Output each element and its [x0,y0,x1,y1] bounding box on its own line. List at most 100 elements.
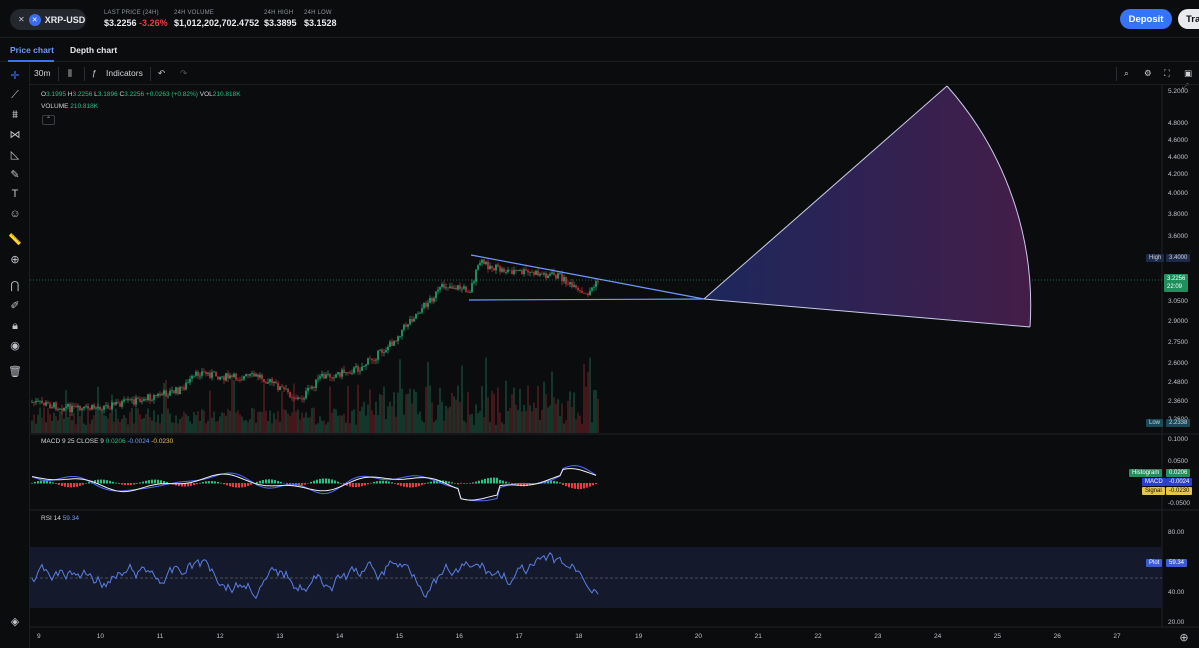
candle-body [343,369,345,374]
price-axis-tick: 3.0500 [1168,298,1188,305]
candle-body [389,341,391,347]
candle-body [535,270,537,275]
volume-bar [157,414,159,433]
macd-hist-bar [226,483,228,486]
macd-tag-label: MACD [1142,478,1166,486]
volume-bar [443,420,445,433]
candle-body [139,398,141,402]
candle-body [353,367,355,373]
price-axis[interactable]: 5.2000 4.8000 4.6000 4.4000 4.2000 4.0000 3.80… [1168,88,1190,626]
volume-bar [75,424,77,433]
volume-bar [367,404,369,433]
volume-bar [511,394,513,433]
candle-body [573,285,575,288]
plot-tag-label: Plot [1146,559,1163,567]
volume-bar [587,371,589,433]
volume-bar [433,421,435,433]
volume-bar [111,394,113,433]
candle-body [217,376,219,380]
volume-bar [209,390,211,433]
macd-hist-bar [154,479,156,484]
volume-bar [573,392,575,433]
triangle-upper-line[interactable] [470,254,705,300]
volume-bar [153,410,155,433]
time-axis[interactable]: 9 10 11 12 13 14 15 16 17 18 19 20 21 22 23 24 25 26 27 [37,633,1121,640]
candle-body [505,272,507,273]
macd-hist-bar [274,480,276,484]
candle-body [147,394,149,401]
chevron-up-icon[interactable]: ⌃ [42,115,55,125]
macd-hist-bar [397,483,399,485]
volume-bar [201,409,203,433]
volume-bar [411,403,413,433]
time-axis-tick: 22 [814,633,822,640]
macd-hist-bar [232,483,234,488]
time-axis-tick: 9 [37,633,41,640]
candle-body [97,407,99,408]
volume-bar [127,424,129,433]
settings-globe-icon[interactable]: ⊕ [1177,631,1191,645]
macd-hist-bar [271,479,273,484]
volume-bar [85,424,87,433]
candle-body [235,373,237,380]
candle-body [259,374,261,378]
macd-hist-bar [313,480,315,484]
macd-hist-bar [76,483,78,487]
candle-body [271,379,273,383]
candle-body [167,395,169,397]
macd-hist-bar [337,481,339,484]
signal-tag-label: Signal [1142,487,1165,495]
volume-bar [307,417,309,433]
volume-bar [51,420,53,433]
volume-bar [441,401,443,433]
macd-hist-bar [331,479,333,484]
macd-hist-bar [40,480,42,484]
candle-body [295,398,297,400]
candle-body [65,406,67,408]
candle-body [475,269,477,282]
macd-hist-bar [238,483,240,488]
candle-body [223,376,225,381]
volume-bar [285,410,287,433]
macd-histogram [31,477,597,490]
volume-bar [69,414,71,433]
candle-body [159,393,161,396]
volume-bar [487,397,489,433]
volume-bar [539,420,541,433]
macd-hist-bar [361,483,363,487]
rsi-axis-tick: 20.00 [1168,619,1185,626]
volume-bar [259,411,261,433]
candle-body [283,387,285,390]
candle-body [501,268,503,272]
macd-hist-bar [580,483,582,489]
volume-bar [309,416,311,433]
volume-bar [415,391,417,433]
macd-hist-bar [109,480,111,484]
candle-body [43,403,45,406]
macd-hist-bar [475,481,477,484]
macd-hist-bar [490,477,492,484]
volume-bar [255,422,257,433]
volume-bar [301,412,303,433]
volume-bar [243,420,245,433]
volume-bar [205,423,207,433]
fan-drawing-fill[interactable] [704,86,1031,327]
candle-body [195,371,197,376]
candle-body [455,287,457,290]
ohlc-open: 3.1995 [46,91,66,98]
candle-body [531,271,533,273]
triangle-lower-line[interactable] [468,298,705,301]
candle-body [75,406,77,408]
volume-bar [469,414,471,433]
volume-bar [427,361,429,433]
volume-bar [231,378,233,433]
macd-hist-bar [43,480,45,484]
volume-bar [521,411,523,433]
volume-bar [315,424,317,433]
volume-bar [95,408,97,433]
candle-body [419,312,421,314]
volume-bar [261,411,263,433]
candle-body [433,298,435,302]
candle-body [61,408,63,411]
volume-bar [435,419,437,433]
